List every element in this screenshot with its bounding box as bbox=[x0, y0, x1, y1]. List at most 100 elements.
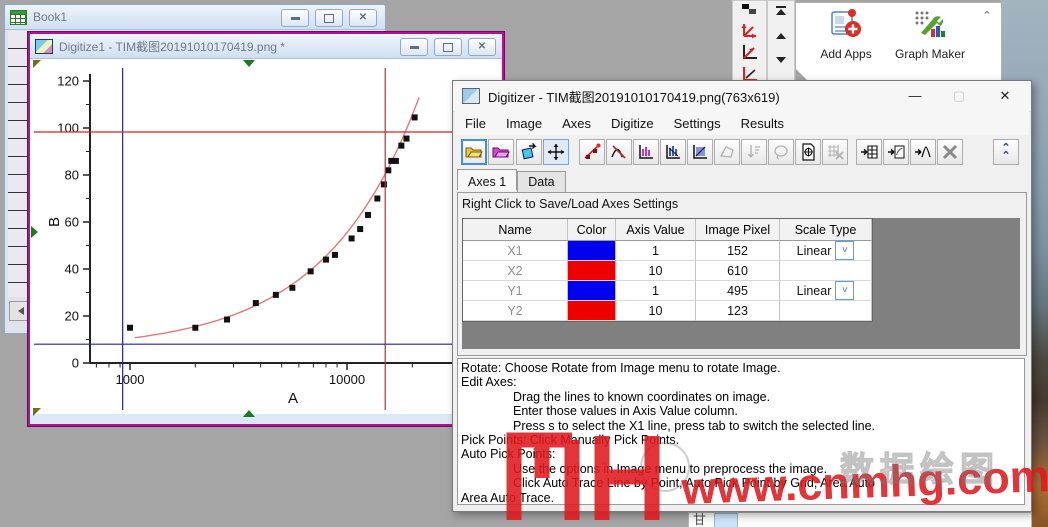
collapse-dialog-button[interactable]: ⌃ ⌃ bbox=[993, 139, 1019, 165]
delete-points-button[interactable] bbox=[822, 139, 848, 165]
apps-collapse-button[interactable]: ⌃ bbox=[979, 7, 995, 23]
minimize-icon bbox=[290, 16, 300, 20]
row-x1-image-pixel[interactable]: 152 bbox=[696, 241, 780, 261]
svg-text:20: 20 bbox=[65, 309, 79, 324]
instruction-line: Drag the lines to known coordinates on i… bbox=[513, 389, 771, 404]
scroll-up-button[interactable] bbox=[776, 33, 786, 39]
restore-icon bbox=[443, 42, 453, 52]
instruction-line: Click Auto Trace Line by Point, Auto Pic… bbox=[513, 476, 875, 491]
row-x2-axis-value[interactable]: 10 bbox=[616, 261, 696, 281]
dialog-titlebar[interactable]: Digitizer - TIM截图20191010170419.png(763x… bbox=[453, 81, 1031, 112]
pick-points-by-grid-button[interactable] bbox=[660, 139, 686, 165]
row-x1-scale-type[interactable]: Linear ˅ bbox=[780, 241, 872, 261]
digitizer-dialog[interactable]: Digitizer - TIM截图20191010170419.png(763x… bbox=[452, 80, 1032, 512]
rotate-image-button[interactable] bbox=[516, 139, 542, 165]
menu-axes[interactable]: Axes bbox=[552, 113, 601, 134]
handle-top-center-icon[interactable] bbox=[243, 60, 255, 67]
dialog-menubar: File Image Axes Digitize Settings Result… bbox=[455, 111, 1029, 135]
digitize-close-button[interactable]: ✕ bbox=[468, 38, 496, 56]
svg-text:0: 0 bbox=[72, 356, 79, 371]
row-x1-color-swatch[interactable] bbox=[568, 241, 616, 261]
import-graph-button[interactable] bbox=[488, 139, 514, 165]
row-x1-name: X1 bbox=[463, 241, 568, 261]
dialog-minimize-button[interactable]: — bbox=[895, 81, 935, 110]
row-y1-color-swatch[interactable] bbox=[568, 281, 616, 301]
add-apps-button[interactable]: Add Apps bbox=[808, 9, 884, 61]
instruction-line: Rotate: Choose Rotate from Image menu to… bbox=[461, 361, 781, 375]
graph-maker-button[interactable]: Graph Maker bbox=[892, 9, 968, 61]
book1-close-button[interactable]: ✕ bbox=[349, 9, 377, 27]
row-y1-name: Y1 bbox=[463, 281, 568, 301]
row-y2-scale-type[interactable] bbox=[780, 301, 872, 321]
scroll-top-button[interactable] bbox=[776, 5, 786, 15]
sort-points-button[interactable] bbox=[741, 139, 767, 165]
row-x1-axis-value[interactable]: 1 bbox=[616, 241, 696, 261]
instruction-line: Area Auto Trace. bbox=[461, 490, 555, 505]
menu-image[interactable]: Image bbox=[496, 113, 552, 134]
export-curve-button[interactable] bbox=[910, 139, 936, 165]
digitize-window[interactable]: Digitize1 - TIM截图20191010170419.png * ✕ … bbox=[27, 31, 505, 427]
edit-axes-button[interactable] bbox=[543, 139, 569, 165]
row-x2-image-pixel[interactable]: 610 bbox=[696, 261, 780, 281]
row-y1-axis-value[interactable]: 1 bbox=[616, 281, 696, 301]
digitize-graph-svg[interactable]: 0 20 40 60 80 100 120 1000 10000 A B bbox=[34, 62, 498, 414]
digitize-bottom-strip bbox=[30, 414, 502, 424]
instruction-line: Enter those values in Axis Value column. bbox=[513, 404, 738, 419]
digitize-graph-area[interactable]: 0 20 40 60 80 100 120 1000 10000 A B bbox=[30, 59, 502, 424]
pattern-tool-icon[interactable] bbox=[740, 2, 760, 18]
menu-results[interactable]: Results bbox=[731, 113, 794, 134]
lasso-select-button[interactable] bbox=[768, 139, 794, 165]
import-image-button[interactable] bbox=[461, 139, 487, 165]
digitize-minimize-button[interactable] bbox=[400, 38, 428, 56]
row-y2-color-swatch[interactable] bbox=[568, 301, 616, 321]
row-y2-axis-value[interactable]: 10 bbox=[616, 301, 696, 321]
row-x2-scale-type[interactable] bbox=[780, 261, 872, 281]
axes-arrows-tool-icon[interactable] bbox=[740, 20, 760, 40]
handle-left-center-icon[interactable] bbox=[31, 226, 38, 238]
tab-axes-1[interactable]: Axes 1 bbox=[457, 169, 518, 190]
axes-table-canvas: Name Color Axis Value Image Pixel Scale … bbox=[462, 218, 1020, 349]
scale-type-dropdown-icon[interactable]: ˅ bbox=[835, 241, 855, 260]
manual-pick-points-button[interactable] bbox=[579, 139, 605, 165]
digitize-restore-button[interactable] bbox=[434, 38, 462, 56]
handle-top-left-icon[interactable] bbox=[33, 60, 41, 68]
area-auto-trace-button[interactable] bbox=[687, 139, 713, 165]
svg-text:B: B bbox=[46, 217, 63, 227]
export-graph-button[interactable] bbox=[883, 139, 909, 165]
trace-polygon-button[interactable] bbox=[714, 139, 740, 165]
row-y2-image-pixel[interactable]: 123 bbox=[696, 301, 780, 321]
menu-settings[interactable]: Settings bbox=[664, 113, 731, 134]
restore-icon bbox=[324, 13, 334, 23]
instruction-line: Use the options in Image menu to preproc… bbox=[513, 461, 828, 476]
svg-text:10000: 10000 bbox=[329, 372, 365, 387]
close-tool-button[interactable] bbox=[937, 139, 963, 165]
auto-trace-line-button[interactable] bbox=[606, 139, 632, 165]
menu-digitize[interactable]: Digitize bbox=[601, 113, 664, 134]
menu-file[interactable]: File bbox=[455, 113, 496, 134]
handle-bottom-center-icon[interactable] bbox=[243, 410, 255, 417]
scroll-down-button[interactable] bbox=[776, 57, 786, 63]
row-y1-image-pixel[interactable]: 495 bbox=[696, 281, 780, 301]
axes-corner-tool-icon[interactable] bbox=[740, 42, 760, 62]
axes-settings-hint: Right Click to Save/Load Axes Settings bbox=[462, 197, 679, 211]
book1-restore-button[interactable] bbox=[315, 9, 343, 27]
handle-bottom-left-icon[interactable] bbox=[33, 408, 41, 416]
digitizer-app-icon bbox=[462, 88, 480, 104]
scale-type-dropdown-icon[interactable]: ˅ bbox=[835, 281, 855, 300]
row-y1-scale-type[interactable]: Linear ˅ bbox=[780, 281, 872, 301]
scroll-up-icon bbox=[776, 33, 786, 39]
book1-minimize-button[interactable] bbox=[281, 9, 309, 27]
svg-text:A: A bbox=[288, 390, 298, 407]
row-x2-color-swatch[interactable] bbox=[568, 261, 616, 281]
go-to-point-button[interactable] bbox=[795, 139, 821, 165]
svg-text:40: 40 bbox=[65, 262, 79, 277]
tab-data[interactable]: Data bbox=[517, 171, 566, 192]
dialog-maximize-button[interactable]: ▢ bbox=[939, 81, 979, 110]
dialog-close-button[interactable]: ✕ bbox=[985, 81, 1025, 110]
export-to-worksheet-button[interactable] bbox=[856, 139, 882, 165]
auto-trace-area-button[interactable] bbox=[633, 139, 659, 165]
instruction-line: Edit Axes: bbox=[461, 375, 517, 390]
book1-titlebar[interactable]: Book1 ✕ bbox=[5, 5, 385, 30]
digitize-titlebar[interactable]: Digitize1 - TIM截图20191010170419.png * ✕ bbox=[30, 34, 502, 59]
background-partial-window: 甘 bbox=[688, 512, 1032, 527]
